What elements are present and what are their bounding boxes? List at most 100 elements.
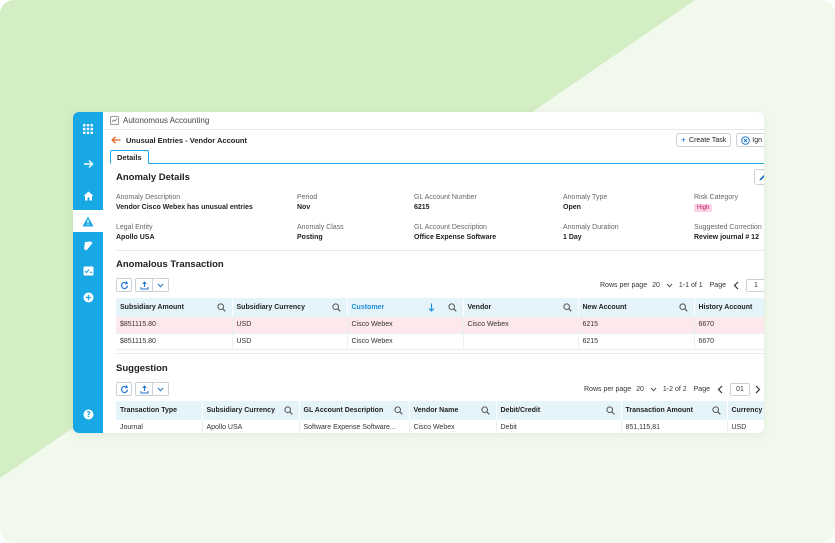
table-header-row: Subsidiary Amount Subsidiary Currency Cu… (116, 298, 764, 317)
page-label: Page (709, 281, 726, 289)
search-icon (562, 303, 572, 312)
rows-per-page-label: Rows per page (600, 281, 648, 289)
apps-grid-icon[interactable] (73, 118, 103, 140)
app-title: Autonomous Accounting (123, 116, 210, 125)
app-titlebar: Autonomous Accounting (103, 112, 764, 130)
main-content: Autonomous Accounting Unusual Entries - … (103, 112, 764, 433)
chevron-down-icon (157, 387, 164, 392)
tab-details[interactable]: Details (110, 150, 149, 164)
transaction-toolbar (116, 278, 169, 293)
col-customer[interactable]: Customer (347, 298, 464, 317)
book-icon[interactable] (73, 235, 103, 257)
refresh-button[interactable] (116, 278, 132, 292)
export-button[interactable] (136, 279, 152, 291)
page-range: 1-1 of 1 (678, 281, 703, 289)
table-row[interactable]: $851115.80 USD Cisco Webex Cisco Webex 6… (116, 317, 764, 334)
page-input[interactable]: 01 (730, 382, 750, 396)
ignore-button[interactable]: Ign (736, 133, 764, 147)
section-divider (116, 353, 764, 354)
anomalous-transaction-table: Subsidiary Amount Subsidiary Currency Cu… (116, 298, 764, 350)
field-anomaly-class: Anomaly Class Posting (297, 224, 344, 241)
transaction-pager: Rows per page 20 1-1 of 1 Page 1 (600, 278, 764, 292)
page-range: 1-2 of 2 (662, 385, 687, 393)
anomalous-transaction-title: Anomalous Transaction (116, 259, 224, 270)
search-icon (283, 406, 293, 415)
export-dropdown-button[interactable] (152, 383, 168, 395)
risk-badge: High (694, 204, 713, 212)
export-button[interactable] (136, 383, 152, 395)
refresh-icon (120, 384, 128, 393)
field-period: Period Nov (297, 194, 318, 211)
refresh-icon (120, 280, 128, 289)
search-icon (605, 406, 615, 415)
field-anomaly-duration: Anomaly Duration 1 Day (563, 224, 619, 241)
breadcrumb-bar: Unusual Entries - Vendor Account + Creat… (103, 130, 764, 150)
back-arrow-icon[interactable] (111, 136, 121, 144)
col-subsidiary-currency[interactable]: Subsidiary Currency (232, 298, 348, 317)
ignore-label: Ign (752, 136, 762, 144)
prev-page-icon[interactable] (717, 385, 723, 394)
rows-per-page-label: Rows per page (584, 385, 632, 393)
suggestion-pager: Rows per page 20 1-2 of 2 Page 01 (584, 382, 764, 396)
table-row[interactable]: Journal Apollo USA Software Expense Soft… (116, 420, 764, 433)
field-risk-category: Risk Category High (694, 194, 738, 212)
create-task-button[interactable]: + Create Task (675, 133, 732, 147)
chevron-down-icon (666, 283, 673, 288)
create-task-label: Create Task (689, 136, 727, 144)
warning-icon[interactable] (73, 210, 103, 232)
suggestion-toolbar (116, 382, 169, 397)
table-row[interactable]: $851115.80 USD Cisco Webex 6215 6670 (116, 333, 764, 350)
col-new-account[interactable]: New Account (578, 298, 695, 317)
suggestion-table: Transaction Type Subsidiary Currency GL … (116, 401, 764, 433)
field-legal-entity: Legal Entity Apollo USA (116, 224, 155, 241)
export-button-group (135, 278, 169, 292)
next-page-icon[interactable] (755, 385, 761, 394)
field-gl-account-description: GL Account Description Office Expense So… (414, 224, 497, 241)
plus-icon: + (680, 134, 687, 145)
app-logo-icon (110, 116, 119, 125)
col-vendor[interactable]: Vendor (463, 298, 579, 317)
section-divider (116, 250, 764, 251)
rows-per-page-select[interactable]: 20 (652, 282, 673, 289)
upload-icon (140, 280, 148, 289)
search-icon (480, 406, 490, 415)
field-suggested-correction: Suggested Correction Review journal # 12 (694, 224, 762, 241)
page-background: ? Autonomous Accounting Unusual Entries … (0, 0, 835, 543)
page-label: Page (693, 385, 710, 393)
col-gl-account-description[interactable]: GL Account Description (299, 401, 410, 420)
refresh-button[interactable] (116, 382, 132, 396)
svg-text:?: ? (86, 410, 90, 419)
arrow-right-icon[interactable] (73, 153, 103, 175)
col-currency[interactable]: Currency (727, 401, 764, 420)
ignore-icon (741, 135, 751, 145)
rows-per-page-select[interactable]: 20 (636, 386, 657, 393)
prev-page-icon[interactable] (733, 281, 739, 290)
col-debit-credit[interactable]: Debit/Credit (496, 401, 622, 420)
search-icon (216, 303, 226, 312)
field-anomaly-description: Anomaly Description Vendor Cisco Webex h… (116, 194, 253, 211)
col-history-account[interactable]: History Account (694, 298, 764, 317)
search-icon (678, 303, 688, 312)
export-dropdown-button[interactable] (152, 279, 168, 291)
col-subsidiary-amount[interactable]: Subsidiary Amount (116, 298, 233, 317)
col-transaction-amount[interactable]: Transaction Amount (621, 401, 728, 420)
app-window: ? Autonomous Accounting Unusual Entries … (73, 112, 764, 433)
left-rail: ? (73, 112, 103, 433)
edit-button[interactable] (754, 169, 764, 185)
col-subsidiary-currency[interactable]: Subsidiary Currency (202, 401, 300, 420)
search-icon (447, 303, 457, 312)
tab-bar: Details (110, 150, 764, 164)
anomaly-details-title: Anomaly Details (116, 172, 190, 183)
field-anomaly-type: Anomaly Type Open (563, 194, 608, 211)
sort-down-icon (428, 303, 434, 312)
checklist-icon[interactable] (73, 260, 103, 282)
col-transaction-type[interactable]: Transaction Type (116, 401, 203, 420)
search-icon (331, 303, 341, 312)
home-icon[interactable] (73, 185, 103, 207)
search-icon (711, 406, 721, 415)
add-circle-icon[interactable] (73, 286, 103, 308)
export-button-group (135, 382, 169, 396)
page-input[interactable]: 1 (746, 278, 764, 292)
col-vendor-name[interactable]: Vendor Name (409, 401, 497, 420)
help-icon[interactable]: ? (73, 403, 103, 425)
